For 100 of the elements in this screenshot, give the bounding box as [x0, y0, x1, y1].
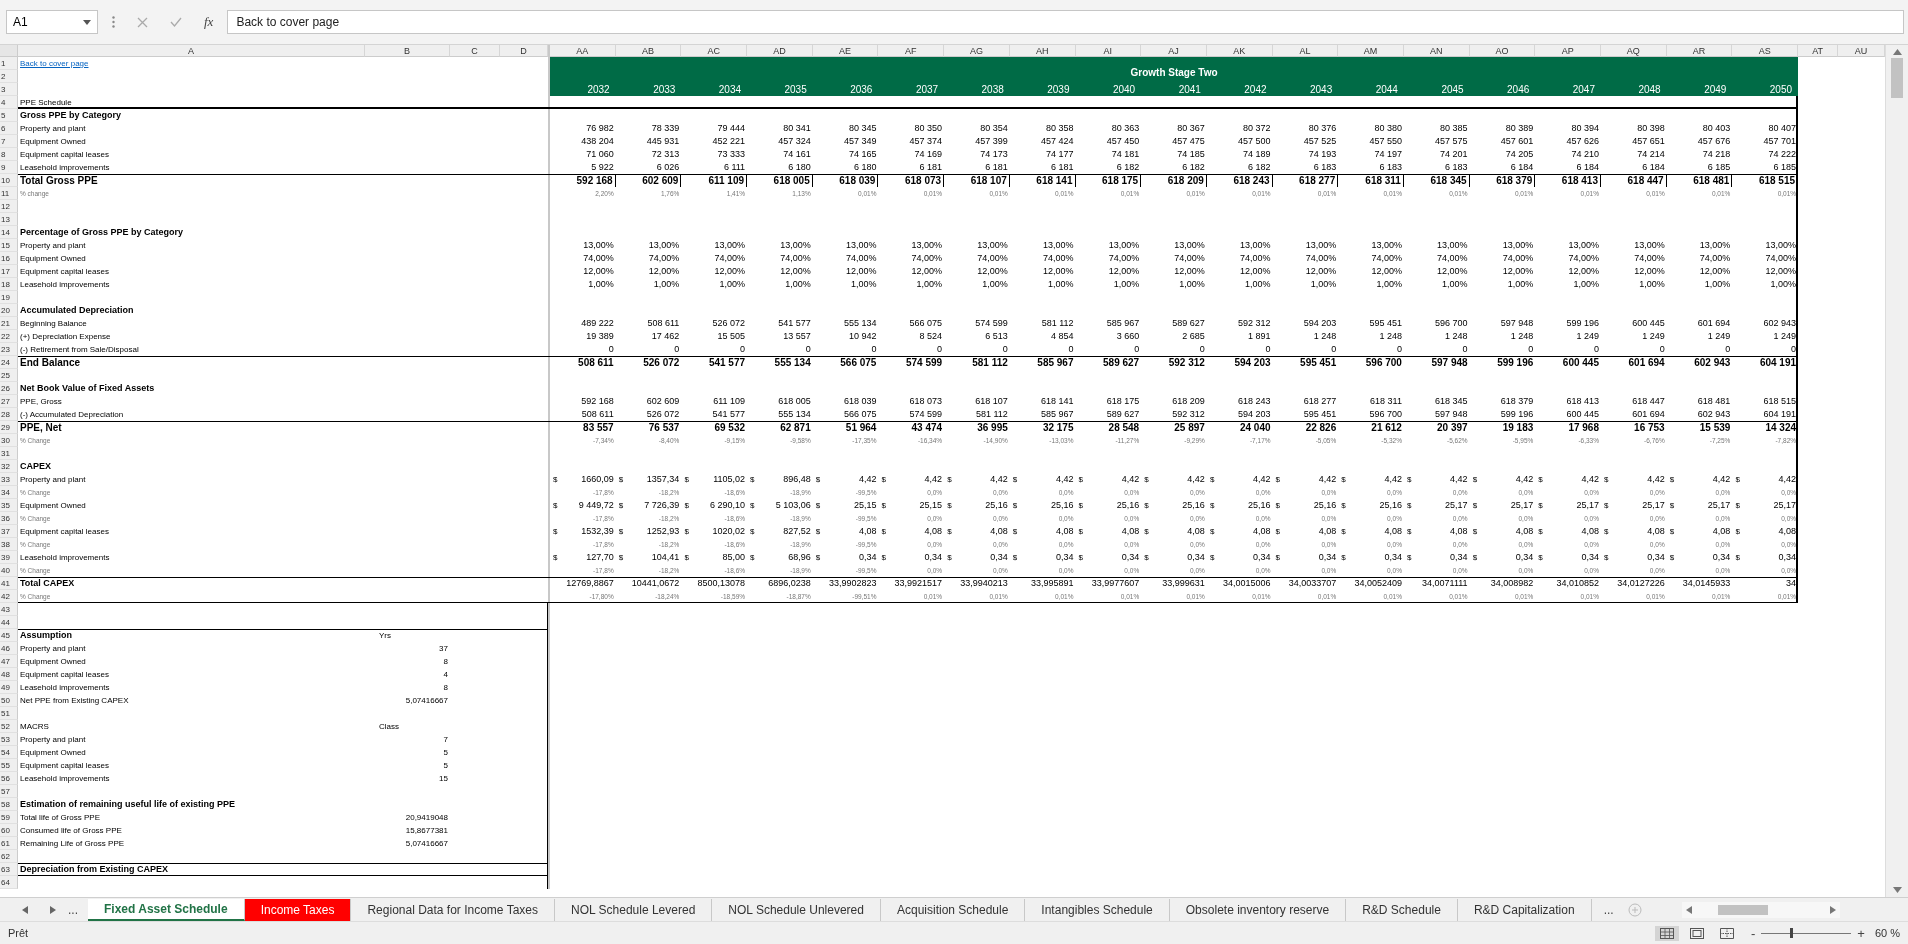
- row-header[interactable]: 10: [0, 174, 18, 187]
- column-header[interactable]: AH: [1009, 45, 1076, 57]
- row-header[interactable]: 34: [0, 486, 18, 499]
- name-box[interactable]: A1: [6, 10, 98, 34]
- row-header[interactable]: 20: [0, 304, 18, 317]
- column-header[interactable]: AM: [1338, 45, 1404, 57]
- row-header[interactable]: 63: [0, 863, 18, 876]
- row-header[interactable]: 37: [0, 525, 18, 538]
- row-header[interactable]: 18: [0, 278, 18, 291]
- row-header[interactable]: 22: [0, 330, 18, 343]
- insert-function-button[interactable]: fx: [204, 14, 214, 30]
- column-header[interactable]: AK: [1206, 45, 1273, 57]
- row-header[interactable]: 47: [0, 655, 18, 668]
- row-header[interactable]: 51: [0, 707, 18, 720]
- column-header[interactable]: AR: [1666, 45, 1733, 57]
- row-header[interactable]: 29: [0, 421, 18, 434]
- row-header[interactable]: 49: [0, 681, 18, 694]
- row-header[interactable]: 24: [0, 356, 18, 369]
- vertical-scrollbar[interactable]: [1885, 45, 1908, 897]
- cover-page-link[interactable]: Back to cover page: [18, 57, 89, 70]
- row-header[interactable]: 53: [0, 733, 18, 746]
- sheet-tab[interactable]: Income Taxes: [244, 898, 352, 921]
- previous-sheet-icon[interactable]: [22, 905, 28, 914]
- row-header[interactable]: 6: [0, 122, 18, 135]
- row-header[interactable]: 9: [0, 161, 18, 174]
- row-header[interactable]: 41: [0, 577, 18, 590]
- row-header[interactable]: 23: [0, 343, 18, 356]
- row-header[interactable]: 45: [0, 629, 18, 642]
- column-header[interactable]: AC: [681, 45, 748, 57]
- column-header[interactable]: AT: [1798, 45, 1839, 57]
- row-header[interactable]: 31: [0, 447, 18, 460]
- zoom-slider[interactable]: [1761, 927, 1852, 939]
- row-header[interactable]: 42: [0, 590, 18, 603]
- column-header[interactable]: AO: [1469, 45, 1536, 57]
- sheet-tab[interactable]: Fixed Asset Schedule: [88, 898, 245, 921]
- row-header[interactable]: 59: [0, 811, 18, 824]
- column-header[interactable]: AJ: [1141, 45, 1207, 57]
- row-header[interactable]: 7: [0, 135, 18, 148]
- more-icon[interactable]: [112, 16, 115, 28]
- more-sheets-button[interactable]: ...: [1603, 902, 1614, 917]
- column-header[interactable]: AE: [812, 45, 879, 57]
- scroll-thumb[interactable]: [1891, 58, 1903, 98]
- row-header[interactable]: 13: [0, 213, 18, 226]
- formula-field[interactable]: Back to cover page: [227, 10, 1904, 34]
- column-header[interactable]: AQ: [1601, 45, 1667, 57]
- row-header[interactable]: 27: [0, 395, 18, 408]
- cancel-icon[interactable]: [137, 16, 148, 28]
- column-header[interactable]: AU: [1838, 45, 1885, 57]
- row-header[interactable]: 48: [0, 668, 18, 681]
- column-header[interactable]: AL: [1272, 45, 1339, 57]
- scroll-left-icon[interactable]: [1685, 905, 1692, 914]
- scroll-right-icon[interactable]: [1829, 905, 1836, 914]
- normal-view-button[interactable]: [1655, 925, 1679, 941]
- row-header[interactable]: 50: [0, 694, 18, 707]
- scroll-down-icon[interactable]: [1892, 887, 1902, 893]
- column-header[interactable]: AF: [878, 45, 945, 57]
- column-header[interactable]: B: [365, 45, 450, 57]
- scroll-up-icon[interactable]: [1892, 49, 1902, 55]
- row-header[interactable]: 30: [0, 434, 18, 447]
- column-header[interactable]: AB: [615, 45, 682, 57]
- row-header[interactable]: 3: [0, 83, 18, 96]
- column-header[interactable]: AI: [1075, 45, 1142, 57]
- zoom-level[interactable]: 60 %: [1874, 927, 1900, 939]
- row-header[interactable]: 58: [0, 798, 18, 811]
- row-header[interactable]: 36: [0, 512, 18, 525]
- column-header[interactable]: C: [450, 45, 500, 57]
- row-header[interactable]: 4: [0, 96, 18, 109]
- row-header[interactable]: 64: [0, 876, 18, 889]
- row-header[interactable]: 14: [0, 226, 18, 239]
- more-sheets-button[interactable]: ...: [68, 902, 78, 917]
- row-header[interactable]: 2: [0, 70, 18, 83]
- column-header[interactable]: AD: [747, 45, 813, 57]
- row-header[interactable]: 43: [0, 603, 18, 616]
- row-header[interactable]: 61: [0, 837, 18, 850]
- row-header[interactable]: 56: [0, 772, 18, 785]
- zoom-out-button[interactable]: -: [1751, 925, 1756, 941]
- row-header[interactable]: 32: [0, 460, 18, 473]
- column-header[interactable]: A: [18, 45, 365, 57]
- column-header[interactable]: AG: [944, 45, 1010, 57]
- row-header[interactable]: 26: [0, 382, 18, 395]
- column-header[interactable]: AS: [1732, 45, 1799, 57]
- row-header[interactable]: 60: [0, 824, 18, 837]
- row-header[interactable]: 52: [0, 720, 18, 733]
- column-header[interactable]: AN: [1403, 45, 1470, 57]
- scroll-thumb[interactable]: [1717, 904, 1768, 915]
- checkmark-icon[interactable]: [170, 17, 182, 27]
- column-header[interactable]: AP: [1535, 45, 1601, 57]
- row-header[interactable]: 8: [0, 148, 18, 161]
- next-sheet-icon[interactable]: [50, 905, 56, 914]
- row-header[interactable]: 1: [0, 57, 18, 70]
- zoom-in-button[interactable]: +: [1857, 925, 1865, 941]
- column-header[interactable]: AA: [550, 45, 616, 57]
- row-header[interactable]: 19: [0, 291, 18, 304]
- row-header[interactable]: 28: [0, 408, 18, 421]
- row-header[interactable]: 40: [0, 564, 18, 577]
- row-header[interactable]: 39: [0, 551, 18, 564]
- row-header[interactable]: 33: [0, 473, 18, 486]
- row-header[interactable]: 57: [0, 785, 18, 798]
- column-header[interactable]: D: [500, 45, 548, 57]
- row-header[interactable]: 17: [0, 265, 18, 278]
